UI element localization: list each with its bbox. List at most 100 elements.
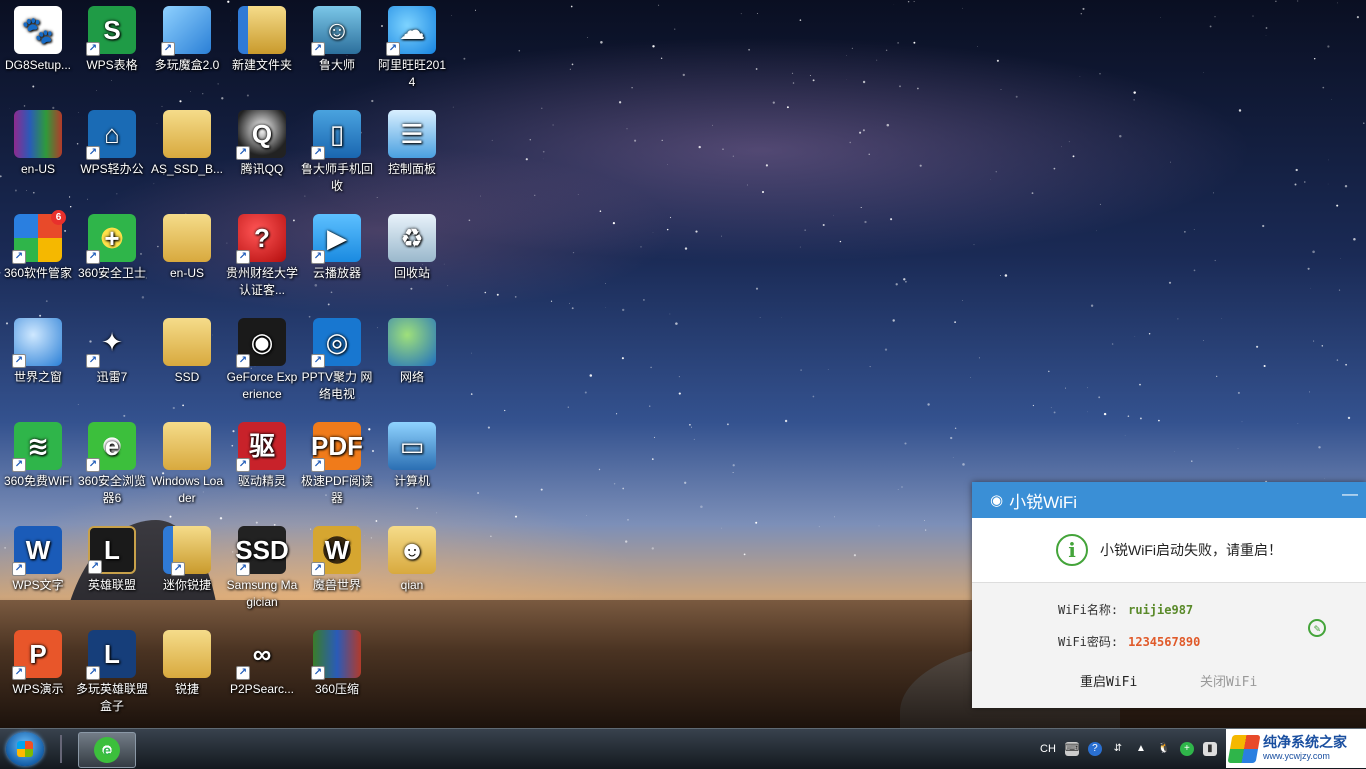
device-tray-icon[interactable]: ▮ <box>1203 742 1217 756</box>
desktop-icon-14[interactable]: en-US <box>149 208 225 308</box>
desktop-icon-9[interactable]: Q↗腾讯QQ <box>224 104 300 204</box>
shortcut-arrow-icon: ↗ <box>311 666 325 680</box>
desktop-icon-12[interactable]: 6↗360软件管家 <box>0 208 76 308</box>
desktop-icon-label: 360安全浏览器6 <box>74 473 150 507</box>
360-software-manager-icon: 6↗ <box>14 214 62 262</box>
desktop-icon-32[interactable]: ↗迷你锐捷 <box>149 520 225 620</box>
desktop-icon-3[interactable]: 新建文件夹 <box>224 0 300 100</box>
shortcut-arrow-icon: ↗ <box>236 146 250 160</box>
shortcut-arrow-icon: ↗ <box>236 562 250 576</box>
shortcut-arrow-icon: ↗ <box>88 560 102 574</box>
desktop-icon-label: 多玩魔盒2.0 <box>149 57 225 74</box>
desktop-icon-25[interactable]: e↗360安全浏览器6 <box>74 416 150 516</box>
desktop-icon-label: WPS表格 <box>74 57 150 74</box>
desktop-icon-label: Samsung Magician <box>224 577 300 611</box>
desktop-icon-label: en-US <box>149 265 225 282</box>
shortcut-arrow-icon: ↗ <box>86 666 100 680</box>
desktop-icon-2[interactable]: ↗多玩魔盒2.0 <box>149 0 225 100</box>
desktop-icon-11[interactable]: ☰控制面板 <box>374 104 450 204</box>
desktop-icon-1[interactable]: S↗WPS表格 <box>74 0 150 100</box>
360-zip-icon: ↗ <box>313 630 361 678</box>
360-browser-icon: e↗ <box>88 422 136 470</box>
lol-icon: L↗ <box>88 526 136 574</box>
language-options-icon[interactable]: ⇵ <box>1111 742 1125 756</box>
desktop-icon-27[interactable]: 驱↗驱动精灵 <box>224 416 300 516</box>
desktop-icon-22[interactable]: ◎↗PPTV聚力 网络电视 <box>299 312 375 412</box>
360-security-tray-icon[interactable]: + <box>1180 742 1194 756</box>
desktop-icon-23[interactable]: 网络 <box>374 312 450 412</box>
desktop-icon-40[interactable]: ↗360压缩 <box>299 624 375 724</box>
desktop-icon-18[interactable]: ↗世界之窗 <box>0 312 76 412</box>
system-tray: CH ⌨ ? ⇵ ▲ 🐧 + ▮ <box>1040 729 1226 769</box>
shortcut-arrow-icon: ↗ <box>236 666 250 680</box>
wifi-popup-header: ◉ 小锐WiFi — <box>972 482 1366 518</box>
start-button[interactable] <box>6 732 44 766</box>
wifi-password-row: WiFi密码:1234567890 <box>1058 633 1200 650</box>
desktop-icon-28[interactable]: PDF↗极速PDF阅读器 <box>299 416 375 516</box>
wifi-popup-title: 小锐WiFi <box>1009 488 1077 513</box>
desktop-icon-10[interactable]: ▯↗鲁大师手机回收 <box>299 104 375 204</box>
help-icon[interactable]: ? <box>1088 742 1102 756</box>
desktop-icon-20[interactable]: SSD <box>149 312 225 412</box>
desktop-icon-17[interactable]: ♻回收站 <box>374 208 450 308</box>
desktop-icon-label: 控制面板 <box>374 161 450 178</box>
shortcut-arrow-icon: ↗ <box>12 458 26 472</box>
network-globe-icon <box>388 318 436 366</box>
edit-icon[interactable]: ✎ <box>1308 619 1326 637</box>
360-browser-icon: e <box>94 737 120 763</box>
winrar-icon <box>14 110 62 158</box>
qq-tray-icon[interactable]: 🐧 <box>1157 742 1171 756</box>
wifi-status-message: 小锐WiFi启动失败，请重启！ <box>1100 540 1282 560</box>
shortcut-arrow-icon: ↗ <box>86 458 100 472</box>
minimize-button[interactable]: — <box>1342 486 1358 504</box>
computer-icon: ▭ <box>388 422 436 470</box>
desktop-icon-36[interactable]: P↗WPS演示 <box>0 624 76 724</box>
desktop-icon-label: WPS演示 <box>0 681 76 698</box>
baidu-paw-icon: 🐾 <box>14 6 62 54</box>
desktop-icon-15[interactable]: ?↗贵州财经大学认证客... <box>224 208 300 308</box>
shortcut-arrow-icon: ↗ <box>161 42 175 56</box>
desktop-icon-38[interactable]: 锐捷 <box>149 624 225 724</box>
close-wifi-button[interactable]: 关闭WiFi <box>1200 671 1257 690</box>
desktop-icon-30[interactable]: W↗WPS文字 <box>0 520 76 620</box>
desktop-icon-label: 云播放器 <box>299 265 375 282</box>
watermark-text: 纯净系统之家 www.ycwjzy.com <box>1263 735 1347 763</box>
desktop-icon-label: WPS轻办公 <box>74 161 150 178</box>
desktop-icon-13[interactable]: +↗360安全卫士 <box>74 208 150 308</box>
wifi-details: WiFi名称:ruijie987 WiFi密码:1234567890 ✎ 重启W… <box>972 583 1366 708</box>
restart-wifi-button[interactable]: 重启WiFi <box>1080 671 1137 690</box>
desktop-icon-6[interactable]: en-US <box>0 104 76 204</box>
desktop-icon-16[interactable]: ▶↗云播放器 <box>299 208 375 308</box>
desktop-icon-37[interactable]: L↗多玩英雄联盟盒子 <box>74 624 150 724</box>
desktop-icon-label: 迅雷7 <box>74 369 150 386</box>
taskbar-item-360-browser[interactable]: e <box>78 732 136 768</box>
ssd-drive-icon: SSD↗ <box>238 526 286 574</box>
language-indicator[interactable]: CH <box>1040 743 1056 755</box>
desktop-icon-35[interactable]: ☻qian <box>374 520 450 620</box>
shortcut-arrow-icon: ↗ <box>86 42 100 56</box>
desktop-icon-7[interactable]: ⌂↗WPS轻办公 <box>74 104 150 204</box>
desktop-icon-26[interactable]: Windows Loader <box>149 416 225 516</box>
desktop-icon-19[interactable]: ✦↗迅雷7 <box>74 312 150 412</box>
folder-icon <box>163 110 211 158</box>
desktop-icon-29[interactable]: ▭计算机 <box>374 416 450 516</box>
desktop-icon-34[interactable]: W↗魔兽世界 <box>299 520 375 620</box>
desktop-icon-33[interactable]: SSD↗Samsung Magician <box>224 520 300 620</box>
desktop-icon-0[interactable]: 🐾DG8Setup... <box>0 0 76 100</box>
desktop-icon-24[interactable]: ≋↗360免费WiFi <box>0 416 76 516</box>
desktop-icon-4[interactable]: ☺↗鲁大师 <box>299 0 375 100</box>
desktop-icon-21[interactable]: ◉↗GeForce Experience <box>224 312 300 412</box>
pdf-reader-icon: PDF↗ <box>313 422 361 470</box>
desktop-icon-label: 魔兽世界 <box>299 577 375 594</box>
wifi-password-value: 1234567890 <box>1128 635 1200 649</box>
desktop-icon-label: AS_SSD_B... <box>149 161 225 178</box>
keyboard-icon[interactable]: ⌨ <box>1065 742 1079 756</box>
desktop-icon-39[interactable]: ∞↗P2PSearc... <box>224 624 300 724</box>
desktop-icon-label: 鲁大师手机回收 <box>299 161 375 195</box>
desktop-icon-label: Windows Loader <box>149 473 225 507</box>
desktop-icon-8[interactable]: AS_SSD_B... <box>149 104 225 204</box>
desktop-icon-31[interactable]: L↗英雄联盟 <box>74 520 150 620</box>
qq-penguin-icon: Q↗ <box>238 110 286 158</box>
desktop-icon-5[interactable]: ☁↗阿里旺旺2014 <box>374 0 450 100</box>
show-hidden-icons-chevron[interactable]: ▲ <box>1134 742 1148 756</box>
